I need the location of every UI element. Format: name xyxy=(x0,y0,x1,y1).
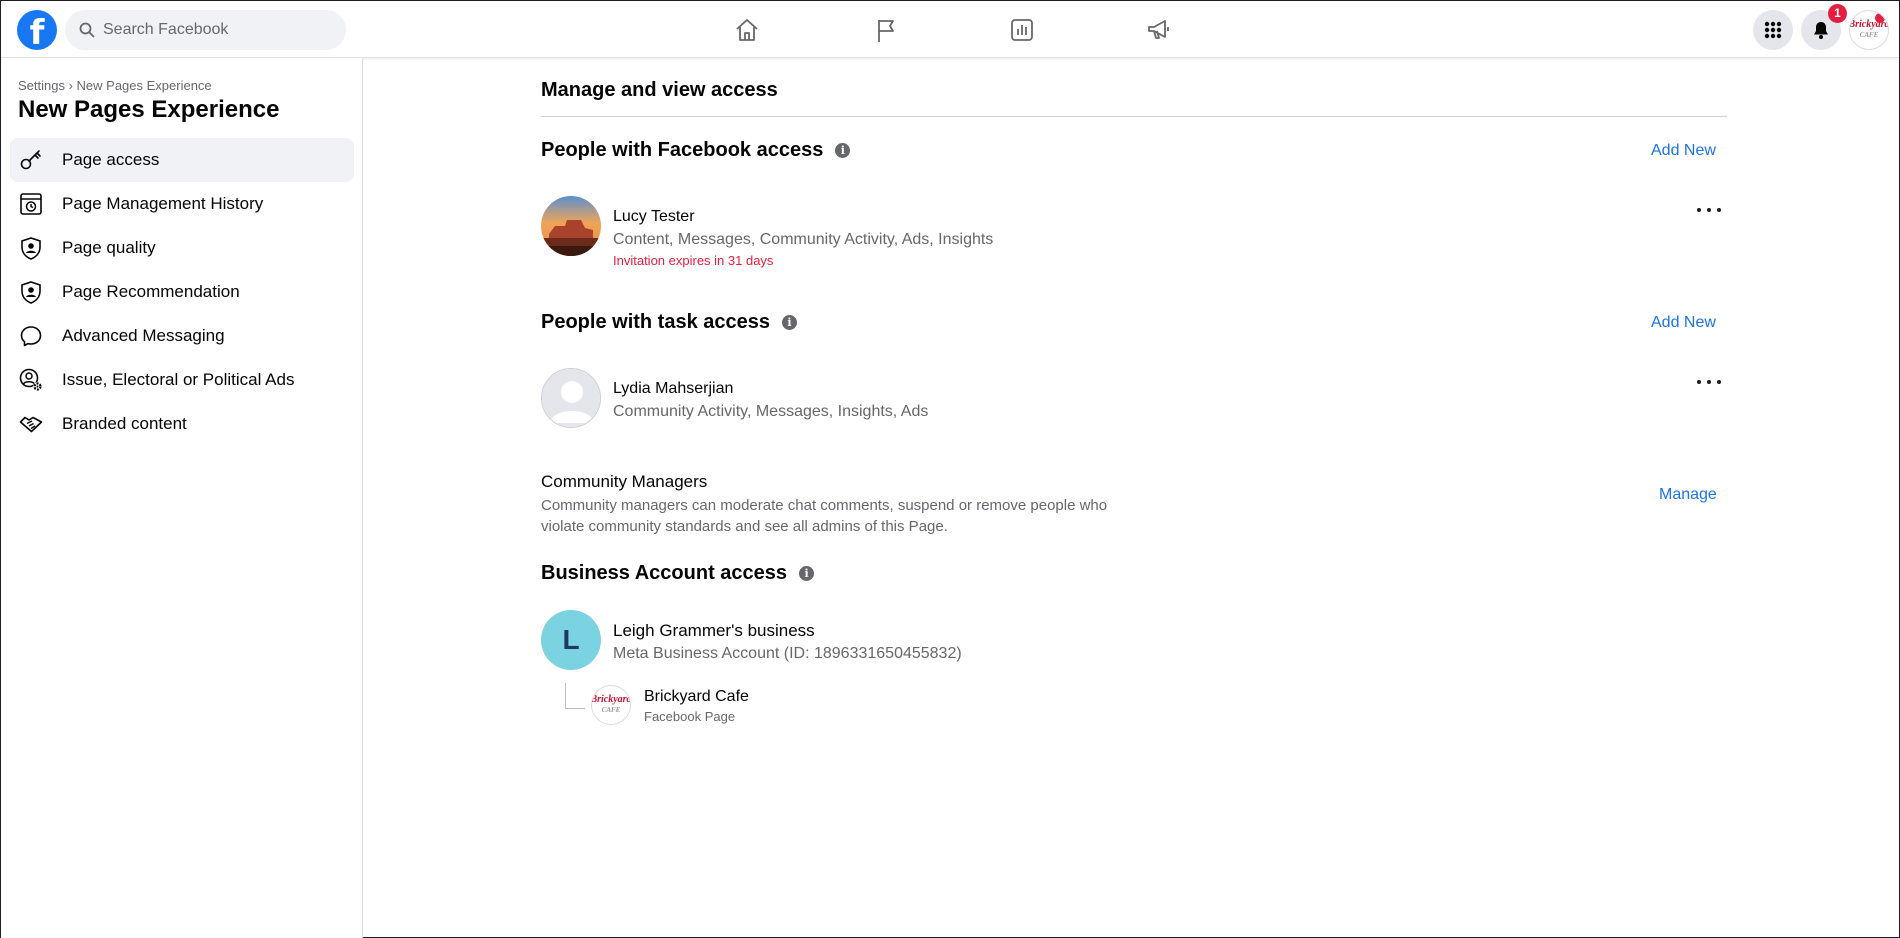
manage-community-managers-button[interactable]: Manage xyxy=(1659,486,1717,504)
sidebar-item-label: Page quality xyxy=(62,238,156,257)
add-facebook-access-button[interactable]: Add New xyxy=(1651,142,1716,160)
page-name[interactable]: Brickyard Cafe xyxy=(644,688,749,706)
invitation-expiry-warning: Invitation expires in 31 days xyxy=(613,253,774,268)
sidebar-item-advanced-messaging[interactable]: Advanced Messaging xyxy=(10,314,354,358)
business-account-detail: Meta Business Account (ID: 1896331650455… xyxy=(613,645,962,662)
sidebar-item-page-quality[interactable]: Page quality xyxy=(10,226,354,270)
settings-sidebar: Settings › New Pages Experience New Page… xyxy=(1,58,363,938)
search-icon xyxy=(79,22,95,38)
home-nav-button[interactable] xyxy=(732,15,762,45)
sidebar-item-page-access[interactable]: Page access xyxy=(10,138,354,182)
sidebar-item-page-recommendation[interactable]: Page Recommendation xyxy=(10,270,354,314)
business-name[interactable]: Leigh Grammer's business xyxy=(613,621,962,641)
person-avatar[interactable] xyxy=(541,368,601,428)
grid-menu-icon xyxy=(1764,21,1782,39)
more-dot xyxy=(1707,380,1711,384)
business-avatar[interactable]: L xyxy=(541,610,601,670)
sidebar-item-political-ads[interactable]: Issue, Electoral or Political Ads xyxy=(10,358,354,402)
sidebar-item-label: Page access xyxy=(62,150,160,169)
community-managers-title: Community Managers xyxy=(541,472,708,491)
facebook-access-person-row: Lucy Tester Content, Messages, Community… xyxy=(541,196,993,268)
page-avatar[interactable]: Brickyard CAFE xyxy=(591,685,631,725)
tree-connector xyxy=(565,683,585,709)
sidebar-item-label: Branded content xyxy=(62,414,187,433)
business-access-title: Business Account access i xyxy=(541,562,815,585)
key-icon xyxy=(18,147,44,173)
person-gear-icon xyxy=(18,367,44,393)
megaphone-icon xyxy=(1148,20,1169,39)
more-dot xyxy=(1717,380,1721,384)
page-title: New Pages Experience xyxy=(18,96,280,123)
notification-badge: 1 xyxy=(1828,4,1847,23)
info-icon[interactable]: i xyxy=(782,315,798,330)
bar-chart-icon xyxy=(1011,19,1033,41)
more-dot xyxy=(1697,380,1701,384)
top-navigation-bar: f Search Facebook 1 Brickyard CAFE xyxy=(1,1,1899,58)
community-managers-description: Community managers can moderate chat com… xyxy=(541,497,1108,535)
more-dot xyxy=(1717,208,1721,212)
sidebar-item-page-management-history[interactable]: Page Management History xyxy=(10,182,354,226)
person-name[interactable]: Lydia Mahserjian xyxy=(613,380,928,398)
facebook-logo[interactable]: f xyxy=(17,10,57,50)
person-name[interactable]: Lucy Tester xyxy=(613,208,993,226)
person-avatar[interactable] xyxy=(541,196,601,256)
info-icon[interactable]: i xyxy=(835,143,851,158)
sidebar-item-branded-content[interactable]: Branded content xyxy=(10,402,354,446)
business-account-row: L Leigh Grammer's business Meta Business… xyxy=(541,610,962,670)
more-dot xyxy=(1707,208,1711,212)
brand-avatar-logo: Brickyard CAFE xyxy=(1849,19,1889,40)
add-task-access-button[interactable]: Add New xyxy=(1651,314,1716,332)
section-heading: Manage and view access xyxy=(541,79,778,101)
handshake-icon xyxy=(18,411,44,437)
account-avatar[interactable]: Brickyard CAFE xyxy=(1849,10,1889,50)
flag-icon xyxy=(878,20,894,42)
person-permissions: Content, Messages, Community Activity, A… xyxy=(613,231,994,248)
search-box[interactable] xyxy=(65,10,346,50)
page-type: Facebook Page xyxy=(644,709,736,724)
insights-nav-button[interactable] xyxy=(1007,15,1037,45)
history-icon xyxy=(18,191,44,217)
more-options-button[interactable] xyxy=(1697,376,1721,388)
menu-button[interactable] xyxy=(1753,10,1793,50)
more-dot xyxy=(1697,208,1701,212)
more-options-button[interactable] xyxy=(1697,204,1721,216)
search-input[interactable] xyxy=(103,21,323,39)
home-icon xyxy=(736,19,758,41)
task-access-title: People with task access i xyxy=(541,311,798,334)
sidebar-item-label: Page Management History xyxy=(62,194,264,213)
info-icon[interactable]: i xyxy=(799,566,815,581)
pages-nav-button[interactable] xyxy=(871,15,901,45)
divider xyxy=(541,116,1727,117)
notifications-button[interactable]: 1 xyxy=(1801,4,1847,50)
person-permissions: Community Activity, Messages, Insights, … xyxy=(613,403,929,420)
facebook-access-title: People with Facebook access i xyxy=(541,139,851,162)
chat-bubble-icon xyxy=(18,323,44,349)
breadcrumb[interactable]: Settings › New Pages Experience xyxy=(18,78,212,93)
brand-page-logo: Brickyard CAFE xyxy=(591,694,631,715)
status-dot xyxy=(1875,13,1885,23)
task-access-person-row: Lydia Mahserjian Community Activity, Mes… xyxy=(541,368,928,428)
sidebar-item-label: Issue, Electoral or Political Ads xyxy=(62,370,295,389)
ads-nav-button[interactable] xyxy=(1144,15,1174,45)
sidebar-item-label: Page Recommendation xyxy=(62,282,240,301)
shield-person-icon xyxy=(18,235,44,261)
bell-icon xyxy=(1814,22,1828,39)
shield-person-icon xyxy=(18,279,44,305)
sidebar-item-label: Advanced Messaging xyxy=(62,326,225,345)
